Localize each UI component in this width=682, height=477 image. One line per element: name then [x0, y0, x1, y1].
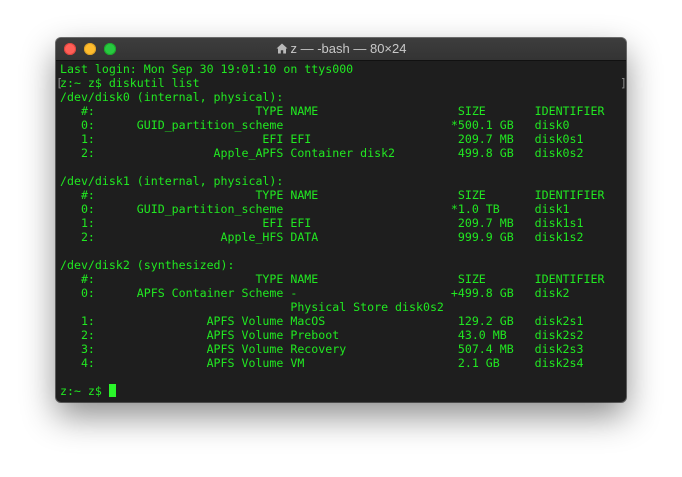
terminal-line: 1: APFS Volume MacOS 129.2 GB disk2s1 — [60, 314, 584, 328]
terminal-line: /dev/disk1 (internal, physical): — [60, 174, 284, 188]
terminal-line: 0: GUID_partition_scheme *500.1 GB disk0 — [60, 118, 570, 132]
terminal-line: 4: APFS Volume VM 2.1 GB disk2s4 — [60, 356, 584, 370]
terminal-line: #: TYPE NAME SIZE IDENTIFIER — [60, 104, 605, 118]
title-bar[interactable]: z — -bash — 80×24 — [56, 38, 626, 61]
terminal-line: 2: APFS Volume Preboot 43.0 MB disk2s2 — [60, 328, 584, 342]
terminal-line: 1: EFI EFI 209.7 MB disk1s1 — [60, 216, 584, 230]
terminal-prompt-line[interactable]: z:~ z$ — [60, 384, 116, 398]
shell-prompt: z:~ z$ — [60, 384, 109, 398]
window-title-container: z — -bash — 80×24 — [56, 38, 626, 60]
bracket-mark-right: ] — [620, 76, 626, 90]
terminal-line: 0: APFS Container Scheme - +499.8 GB dis… — [60, 286, 570, 300]
terminal-output[interactable]: Last login: Mon Sep 30 19:01:10 on ttys0… — [56, 62, 626, 402]
terminal-window: z — -bash — 80×24 Last login: Mon Sep 30… — [56, 38, 626, 402]
text-cursor — [108, 384, 116, 397]
window-title: z — -bash — 80×24 — [290, 41, 407, 56]
terminal-line: /dev/disk2 (synthesized): — [60, 258, 235, 272]
terminal-line: /dev/disk0 (internal, physical): — [60, 90, 284, 104]
terminal-line: Last login: Mon Sep 30 19:01:10 on ttys0… — [60, 62, 354, 76]
terminal-line: #: TYPE NAME SIZE IDENTIFIER — [60, 188, 605, 202]
terminal-line: 1: EFI EFI 209.7 MB disk0s1 — [60, 132, 584, 146]
terminal-line: 0: GUID_partition_scheme *1.0 TB disk1 — [60, 202, 570, 216]
terminal-line: Physical Store disk0s2 — [60, 300, 444, 314]
home-icon — [276, 39, 288, 61]
terminal-line: 2: Apple_HFS DATA 999.9 GB disk1s2 — [60, 230, 584, 244]
terminal-line: 3: APFS Volume Recovery 507.4 MB disk2s3 — [60, 342, 584, 356]
terminal-line: 2: Apple_APFS Container disk2 499.8 GB d… — [60, 146, 584, 160]
terminal-line: #: TYPE NAME SIZE IDENTIFIER — [60, 272, 605, 286]
terminal-command-line: z:~ z$ diskutil list — [60, 76, 200, 90]
